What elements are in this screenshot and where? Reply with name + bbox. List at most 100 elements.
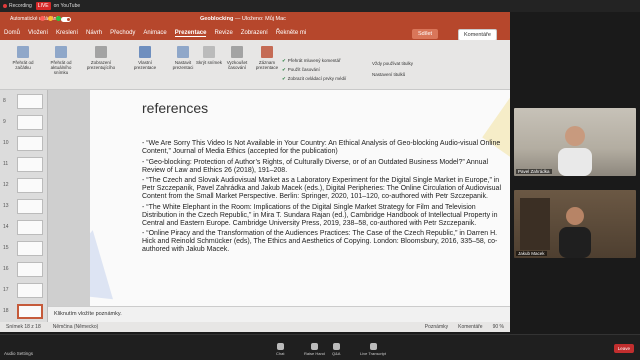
zoom-level[interactable]: 90 % bbox=[493, 324, 504, 330]
audio-settings-button[interactable]: Audio Settings bbox=[4, 351, 33, 356]
ribbon-button-label: Záznam prezentace bbox=[255, 60, 279, 70]
ribbon-icon bbox=[203, 46, 215, 58]
toolbar-item-label: Live Transcript bbox=[360, 351, 387, 356]
slide-thumbnail[interactable] bbox=[17, 115, 43, 130]
recording-label: Recording bbox=[9, 3, 32, 9]
ribbon: Přehrát mluvený komentářPoužít časováníZ… bbox=[0, 40, 510, 90]
ribbon-icon bbox=[95, 46, 107, 58]
tab-1[interactable]: Vložení bbox=[28, 30, 48, 37]
minimize-icon[interactable] bbox=[48, 16, 53, 21]
ribbon-checkbox-0[interactable]: Přehrát mluvený komentář bbox=[282, 56, 346, 65]
thumbnail-number: 16 bbox=[3, 266, 9, 272]
ribbon-icon bbox=[55, 46, 67, 58]
slide-thumbnails: 8 9 10 11 12 13 14 15 16 17 18 bbox=[0, 90, 48, 322]
autosave-toggle[interactable] bbox=[60, 16, 71, 22]
slide-thumbnail[interactable] bbox=[17, 136, 43, 151]
video-tile[interactable]: Pavel Zahrádka bbox=[514, 108, 636, 176]
slide-thumbnail[interactable] bbox=[17, 199, 43, 214]
toolbar-icon bbox=[332, 343, 340, 350]
ribbon-icon bbox=[177, 46, 189, 58]
powerpoint-titlebar: Automatické ukládání Geoblocking — Ulože… bbox=[0, 12, 510, 41]
leave-button[interactable]: Leave bbox=[613, 344, 634, 353]
toolbar-icon bbox=[369, 343, 377, 350]
slide-thumbnail[interactable] bbox=[17, 220, 43, 235]
tab-7[interactable]: Revize bbox=[214, 30, 232, 37]
close-icon[interactable] bbox=[40, 16, 45, 21]
thumbnail-number: 18 bbox=[3, 308, 9, 314]
thumbnail-number: 8 bbox=[3, 98, 6, 104]
tab-3[interactable]: Návrh bbox=[86, 30, 102, 37]
ribbon-button-label: Přehrát od začátku bbox=[12, 60, 34, 70]
slide-title[interactable]: references bbox=[142, 100, 208, 116]
references-list[interactable]: - “We Are Sorry This Video Is Not Availa… bbox=[142, 140, 507, 257]
tab-8[interactable]: Zobrazení bbox=[241, 30, 268, 37]
toolbar-item-3[interactable]: Live Transcript bbox=[360, 343, 386, 356]
ribbon-icon bbox=[261, 46, 273, 58]
slide-counter: Snímek 18 z 18 bbox=[6, 324, 41, 330]
screen: Recording LIVE on YouTube Automatické uk… bbox=[0, 0, 640, 360]
share-button[interactable]: Sdílet bbox=[412, 29, 439, 39]
toolbar-item-1[interactable]: Raise Hand bbox=[304, 343, 325, 356]
ribbon-button-label: Vyzkoušet časování bbox=[226, 60, 248, 70]
current-slide[interactable]: references - “We Are Sorry This Video Is… bbox=[90, 90, 534, 310]
caption-options: Vždy používat titulky Nastavení titulků bbox=[372, 58, 413, 80]
ribbon-button-3[interactable]: Vlastní prezentace bbox=[128, 46, 162, 70]
captions-checkbox[interactable]: Vždy používat titulky bbox=[372, 58, 413, 69]
notes-pane[interactable]: Kliknutím vložíte poznámky. bbox=[48, 306, 510, 322]
slide-thumbnail[interactable] bbox=[17, 178, 43, 193]
toolbar-icon bbox=[310, 343, 318, 350]
video-name-label: Pavel Zahrádka bbox=[516, 169, 552, 174]
caption-settings-dropdown[interactable]: Nastavení titulků bbox=[372, 69, 413, 80]
thumbnail-number: 14 bbox=[3, 224, 9, 230]
maximize-icon[interactable] bbox=[56, 16, 61, 21]
window-controls bbox=[40, 16, 61, 21]
ribbon-checkbox-2[interactable]: Zobrazit ovládací prvky médií bbox=[282, 74, 347, 83]
reference-item: - “The Czech and Slovak Audiovisual Mark… bbox=[142, 177, 501, 200]
tab-6[interactable]: Prezentace bbox=[174, 30, 207, 37]
slide-thumbnail[interactable] bbox=[17, 304, 43, 319]
ribbon-button-label: Přehrát od aktuálního snímku bbox=[50, 60, 72, 75]
ribbon-checkboxes: Přehrát mluvený komentářPoužít časováníZ… bbox=[282, 56, 347, 83]
meeting-toolbar: Audio Settings Leave Chat Raise Hand Q&A Li… bbox=[0, 334, 640, 360]
ribbon-button-label: Skrýt snímek bbox=[195, 60, 222, 65]
toolbar-item-label: Raise Hand bbox=[304, 351, 325, 356]
slide-thumbnail[interactable] bbox=[17, 241, 43, 256]
video-name-label: Jakub Macek bbox=[516, 251, 547, 256]
language-indicator[interactable]: Němčina (Německo) bbox=[53, 324, 99, 330]
ribbon-button-6[interactable]: Vyzkoušet časování bbox=[220, 46, 254, 70]
slide-thumbnail[interactable] bbox=[17, 283, 43, 298]
thumbnail-number: 15 bbox=[3, 245, 9, 251]
tab-9[interactable]: Řekněte mi bbox=[276, 30, 306, 37]
live-badge: LIVE bbox=[35, 2, 51, 10]
tab-0[interactable]: Domů bbox=[4, 30, 20, 37]
thumbnail-number: 13 bbox=[3, 203, 9, 209]
person-silhouette-icon bbox=[558, 126, 592, 176]
comments-status-button[interactable]: Komentáře bbox=[458, 324, 482, 330]
ribbon-checkbox-1[interactable]: Použít časování bbox=[282, 65, 346, 74]
toolbar-item-label: Q&A bbox=[332, 351, 341, 356]
notes-button[interactable]: Poznámky bbox=[425, 324, 448, 330]
ribbon-icon bbox=[139, 46, 151, 58]
slide-thumbnail[interactable] bbox=[17, 157, 43, 172]
slide-thumbnail[interactable] bbox=[17, 94, 43, 109]
tab-4[interactable]: Přechody bbox=[110, 30, 135, 37]
toolbar-item-2[interactable]: Q&A bbox=[332, 343, 340, 356]
ribbon-tabs: Domů Vložení Kreslení Návrh Přechody Animace P… bbox=[4, 30, 306, 37]
recording-indicator[interactable]: Recording bbox=[3, 3, 32, 9]
recording-bar: Recording LIVE on YouTube bbox=[0, 0, 640, 12]
participant-videos: Pavel Zahrádka Jakub Macek bbox=[510, 12, 640, 334]
ribbon-button-2[interactable]: Zobrazení prezentujícího bbox=[84, 46, 118, 70]
ribbon-button-0[interactable]: Přehrát od začátku bbox=[6, 46, 40, 70]
tab-5[interactable]: Animace bbox=[143, 30, 166, 37]
thumbnail-number: 12 bbox=[3, 182, 9, 188]
video-tile[interactable]: Jakub Macek bbox=[514, 190, 636, 258]
slide-thumbnail[interactable] bbox=[17, 262, 43, 277]
thumbnail-number: 9 bbox=[3, 119, 6, 125]
ribbon-button-7[interactable]: Záznam prezentace bbox=[250, 46, 284, 70]
toolbar-item-0[interactable]: Chat bbox=[276, 343, 284, 356]
tab-2[interactable]: Kreslení bbox=[56, 30, 78, 37]
reference-item: - “The White Elephant in the Room: Impli… bbox=[142, 203, 498, 227]
ribbon-button-label: Vlastní prezentace bbox=[133, 60, 157, 70]
ribbon-button-1[interactable]: Přehrát od aktuálního snímku bbox=[44, 46, 78, 75]
ribbon-icon bbox=[17, 46, 29, 58]
